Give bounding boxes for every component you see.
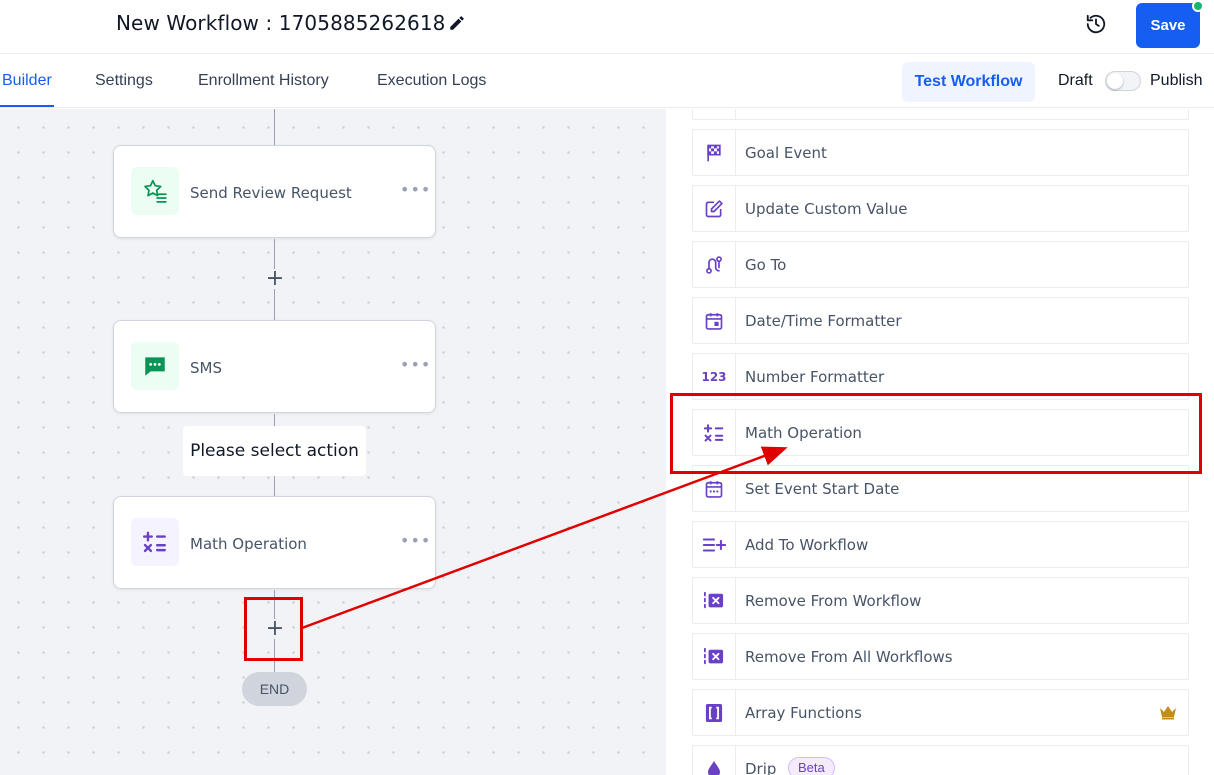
select-action-tooltip: Please select action bbox=[183, 426, 366, 476]
drop-icon bbox=[693, 746, 736, 775]
annotation-highlight bbox=[244, 597, 303, 661]
active-tab-indicator bbox=[0, 105, 54, 107]
action-go-to[interactable]: Go To bbox=[692, 241, 1189, 288]
node-menu-icon[interactable]: ••• bbox=[400, 531, 431, 550]
node-sms[interactable]: SMS ••• bbox=[113, 320, 436, 413]
action-remove-from-all-workflows[interactable]: Remove From All Workflows bbox=[692, 633, 1189, 680]
node-menu-icon[interactable]: ••• bbox=[400, 355, 431, 374]
tab-execution-logs[interactable]: Execution Logs bbox=[377, 72, 486, 90]
action-update-custom-value[interactable]: Update Custom Value bbox=[692, 185, 1189, 232]
action-label: Date/Time Formatter bbox=[745, 312, 902, 330]
remove-box-icon bbox=[693, 634, 736, 679]
add-action-plus-icon[interactable]: + bbox=[265, 268, 285, 290]
tab-enrollment-history[interactable]: Enrollment History bbox=[198, 72, 329, 90]
edit-square-icon bbox=[693, 186, 736, 231]
workflow-title: New Workflow : 1705885262618 bbox=[116, 11, 446, 35]
calendar-icon bbox=[693, 298, 736, 343]
star-list-icon bbox=[131, 167, 179, 215]
brackets-icon bbox=[693, 690, 736, 735]
connector-line bbox=[274, 109, 275, 145]
route-icon bbox=[693, 242, 736, 287]
test-workflow-button[interactable]: Test Workflow bbox=[902, 62, 1035, 102]
tab-bar: Builder Settings Enrollment History Exec… bbox=[0, 55, 1214, 108]
action-label: Goal Event bbox=[745, 144, 827, 162]
publish-toggle[interactable] bbox=[1105, 71, 1141, 91]
node-label: Math Operation bbox=[190, 535, 307, 553]
action-label: Drip bbox=[745, 760, 777, 775]
beta-badge: Beta bbox=[788, 757, 835, 775]
action-add-to-workflow[interactable]: Add To Workflow bbox=[692, 521, 1189, 568]
chat-icon bbox=[131, 342, 179, 390]
history-icon[interactable] bbox=[1085, 13, 1107, 35]
node-math-operation[interactable]: Math Operation ••• bbox=[113, 496, 436, 589]
crown-icon bbox=[1158, 704, 1178, 720]
edit-title-icon[interactable] bbox=[448, 14, 466, 32]
end-node: END bbox=[242, 672, 307, 706]
action-label: Set Event Start Date bbox=[745, 480, 900, 498]
builder-canvas[interactable]: Send Review Request ••• + SMS ••• Please… bbox=[0, 109, 666, 775]
action-remove-from-workflow[interactable]: Remove From Workflow bbox=[692, 577, 1189, 624]
action-array-functions[interactable]: Array Functions bbox=[692, 689, 1189, 736]
action-label: Remove From Workflow bbox=[745, 592, 922, 610]
action-item-partial[interactable] bbox=[692, 109, 1189, 120]
checkered-flag-icon bbox=[693, 130, 736, 175]
action-label: Add To Workflow bbox=[745, 536, 869, 554]
tab-builder[interactable]: Builder bbox=[2, 72, 52, 90]
annotation-highlight bbox=[670, 393, 1202, 474]
top-header: New Workflow : 1705885262618 Save bbox=[0, 0, 1214, 54]
action-label: Go To bbox=[745, 256, 787, 274]
node-menu-icon[interactable]: ••• bbox=[400, 180, 431, 199]
status-dot bbox=[1192, 0, 1204, 12]
action-goal-event[interactable]: Goal Event bbox=[692, 129, 1189, 176]
remove-box-icon bbox=[693, 578, 736, 623]
tab-settings[interactable]: Settings bbox=[95, 72, 153, 90]
action-label: Remove From All Workflows bbox=[745, 648, 953, 666]
workflow-builder: New Workflow : 1705885262618 Save Builde… bbox=[0, 0, 1214, 775]
number-123-glyph: 123 bbox=[701, 369, 727, 384]
action-date-time-formatter[interactable]: Date/Time Formatter bbox=[692, 297, 1189, 344]
action-label: Number Formatter bbox=[745, 368, 885, 386]
action-label: Array Functions bbox=[745, 704, 862, 722]
node-send-review-request[interactable]: Send Review Request ••• bbox=[113, 145, 436, 238]
save-button[interactable]: Save bbox=[1136, 3, 1200, 48]
node-label: Send Review Request bbox=[190, 184, 352, 202]
action-drip[interactable]: Drip Beta bbox=[692, 745, 1189, 775]
math-icon bbox=[131, 518, 179, 566]
toggle-knob bbox=[1107, 73, 1123, 89]
draft-label: Draft bbox=[1058, 72, 1093, 89]
publish-label: Publish bbox=[1150, 72, 1203, 89]
list-add-icon bbox=[693, 522, 736, 567]
node-label: SMS bbox=[190, 359, 222, 377]
action-label: Update Custom Value bbox=[745, 200, 908, 218]
